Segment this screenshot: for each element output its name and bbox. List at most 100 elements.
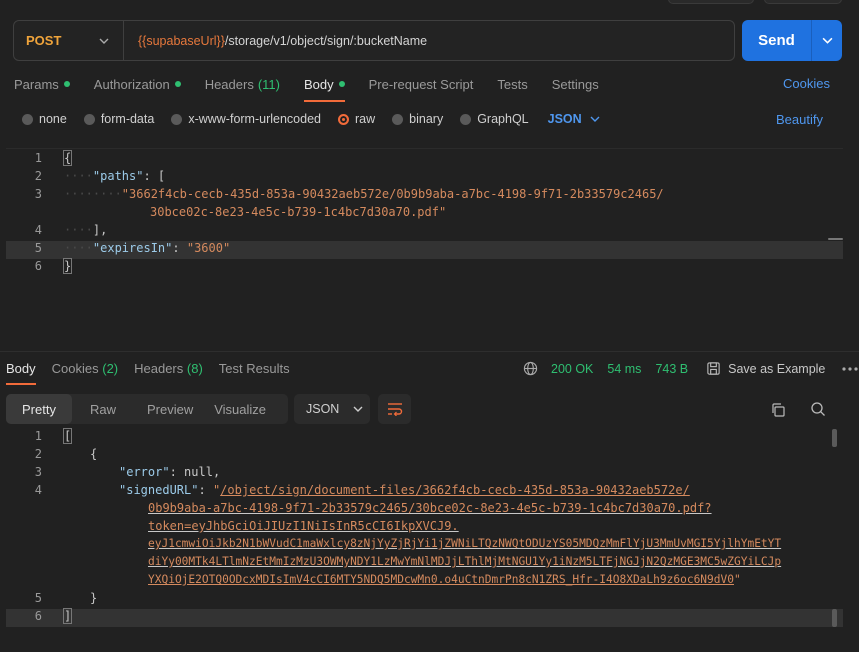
radio-urlencoded[interactable]: x-www-form-urlencoded xyxy=(171,112,321,126)
status-code[interactable]: 200 OK xyxy=(551,362,593,376)
code-line: token=eyJhbGciOiJIUzI1NiIsInR5cCI6IkpXVC… xyxy=(6,519,843,537)
code-line: 3 "error": null, xyxy=(6,465,843,483)
response-tab-headers[interactable]: Headers (8) xyxy=(134,361,203,376)
code-line: 2 ····"paths": [ xyxy=(6,169,843,187)
radio-circle xyxy=(171,113,183,125)
top-toolbar-button-partial-2[interactable] xyxy=(764,0,842,4)
view-preview[interactable]: Preview xyxy=(127,394,204,424)
tab-label: Tests xyxy=(497,76,528,92)
view-visualize[interactable]: Visualize xyxy=(204,394,277,424)
tab-params[interactable]: Params xyxy=(14,76,70,92)
radio-label: raw xyxy=(355,112,376,126)
radio-form-data[interactable]: form-data xyxy=(83,112,154,126)
code-text: [ xyxy=(62,428,73,444)
radio-none[interactable]: none xyxy=(22,112,67,126)
tab-label: Pre-request Script xyxy=(368,76,474,92)
radio-graphql[interactable]: GraphQL xyxy=(460,112,529,126)
signed-url-link[interactable]: YXQiOjE2OTQ0ODcxMDIsImV4cCI6MTY5NDQ5MDcw… xyxy=(148,573,741,586)
radio-binary[interactable]: binary xyxy=(392,112,443,126)
code-line: eyJ1cmwiOiJkb2N1bWVudC1maWxlcy8zNjYyZjRj… xyxy=(6,537,843,555)
response-size[interactable]: 743 B xyxy=(655,362,688,376)
tab-label: Body xyxy=(303,76,334,92)
line-number: 2 xyxy=(34,447,42,461)
beautify-button[interactable]: Beautify xyxy=(776,112,823,127)
response-body-viewer[interactable]: 1 [ 2 { 3 "error": null, 4 "signedURL": … xyxy=(6,428,843,652)
tab-body[interactable]: Body xyxy=(303,76,345,102)
panel-divider[interactable] xyxy=(0,351,859,352)
tab-settings[interactable]: Settings xyxy=(552,76,599,92)
save-as-example-button[interactable]: Save as Example xyxy=(706,361,825,376)
wrap-lines-button[interactable] xyxy=(378,394,411,424)
signed-url-link[interactable]: eyJ1cmwiOiJkb2N1bWVudC1maWxlcy8zNjYyZjRj… xyxy=(148,537,781,550)
tab-label: Cookies xyxy=(51,361,99,376)
code-text: ········"3662f4cb-cecb-435d-853a-90432ae… xyxy=(64,187,664,201)
code-text: "signedURL": "/object/sign/document-file… xyxy=(119,483,690,497)
code-line: 4 "signedURL": "/object/sign/document-fi… xyxy=(6,483,843,501)
line-number: 1 xyxy=(34,151,42,165)
code-line: 4 ····], xyxy=(6,223,843,241)
radio-label: GraphQL xyxy=(477,112,529,126)
more-options-icon[interactable] xyxy=(842,366,858,372)
view-pretty[interactable]: Pretty xyxy=(6,394,72,424)
vertical-scrollbar-thumb[interactable] xyxy=(832,609,837,627)
tab-headers[interactable]: Headers (11) xyxy=(205,76,280,92)
signed-url-link[interactable]: diYy00MTk4LTlmNzEtMmIzMzU3OWMyNDY1LzMwYm… xyxy=(148,555,781,568)
tab-count: (2) xyxy=(102,361,119,376)
cookies-link[interactable]: Cookies xyxy=(783,76,830,91)
radio-circle xyxy=(392,113,404,125)
save-icon xyxy=(707,362,720,375)
status-dot xyxy=(63,81,70,87)
method-label: POST xyxy=(26,33,62,48)
send-button-group: Send xyxy=(742,20,842,61)
code-text: { xyxy=(62,150,73,166)
tab-pre-request-script[interactable]: Pre-request Script xyxy=(369,76,474,92)
radio-raw[interactable]: raw xyxy=(338,112,375,126)
response-tab-body[interactable]: Body xyxy=(6,361,36,385)
raw-format-select[interactable]: JSON xyxy=(548,112,600,126)
line-number: 3 xyxy=(34,465,42,479)
signed-url-link[interactable]: /object/sign/document-files/3662f4cb-cec… xyxy=(220,483,690,497)
view-raw[interactable]: Raw xyxy=(72,394,127,424)
tab-label: Headers xyxy=(204,76,254,92)
radio-label: none xyxy=(39,112,67,126)
method-select[interactable]: POST xyxy=(14,21,124,60)
radio-label: binary xyxy=(409,112,444,126)
url-bar: POST {{supabaseUrl}}/storage/v1/object/s… xyxy=(13,20,735,61)
line-number: 4 xyxy=(34,223,42,237)
tab-tests[interactable]: Tests xyxy=(497,76,527,92)
response-status-bar: 200 OK 54 ms 743 B Save as Example xyxy=(523,361,858,376)
tab-count: (8) xyxy=(186,361,203,376)
chevron-down-icon xyxy=(590,116,600,122)
line-number: 6 xyxy=(34,609,42,623)
response-time[interactable]: 54 ms xyxy=(607,362,641,376)
code-line: YXQiOjE2OTQ0ODcxMDIsImV4cCI6MTY5NDQ5MDcw… xyxy=(6,573,843,591)
tab-authorization[interactable]: Authorization xyxy=(94,76,181,92)
code-line: 2 { xyxy=(6,447,843,465)
copy-button[interactable] xyxy=(768,400,788,420)
signed-url-link[interactable]: 0b9b9aba-a7bc-4198-9f71-2b33579c2465/30b… xyxy=(148,501,712,515)
signed-url-link[interactable]: token=eyJhbGciOiJIUzI1NiIsInR5cCI6IkpXVC… xyxy=(148,519,459,533)
send-button[interactable]: Send xyxy=(742,32,811,49)
line-number xyxy=(6,205,42,223)
send-options-button[interactable] xyxy=(811,20,842,61)
globe-icon[interactable] xyxy=(523,361,538,376)
url-input[interactable]: {{supabaseUrl}}/storage/v1/object/sign/:… xyxy=(124,34,427,48)
vertical-scrollbar[interactable] xyxy=(832,429,837,447)
response-format-select[interactable]: JSON xyxy=(294,394,370,424)
code-line: 5 } xyxy=(6,591,843,609)
body-type-selector: none form-data x-www-form-urlencoded raw… xyxy=(22,112,600,126)
scrollbar-marker[interactable] xyxy=(828,238,843,240)
radio-label: x-www-form-urlencoded xyxy=(188,112,321,126)
copy-icon xyxy=(772,403,785,417)
format-label: JSON xyxy=(547,112,582,126)
response-tab-test-results[interactable]: Test Results xyxy=(219,361,290,376)
code-text: ····"paths": [ xyxy=(64,169,166,183)
response-tabs: Body Cookies (2) Headers (8) Test Result… xyxy=(6,361,306,385)
response-tab-cookies[interactable]: Cookies (2) xyxy=(52,361,118,376)
top-toolbar-button-partial[interactable] xyxy=(668,0,754,4)
wrap-lines-icon xyxy=(387,403,402,416)
response-view-selector: Pretty Raw Preview Visualize xyxy=(6,394,288,424)
line-number: 6 xyxy=(34,259,42,273)
request-body-editor[interactable]: 1 { 2 ····"paths": [ 3 ········"3662f4cb… xyxy=(6,148,843,346)
search-button[interactable] xyxy=(808,399,828,419)
